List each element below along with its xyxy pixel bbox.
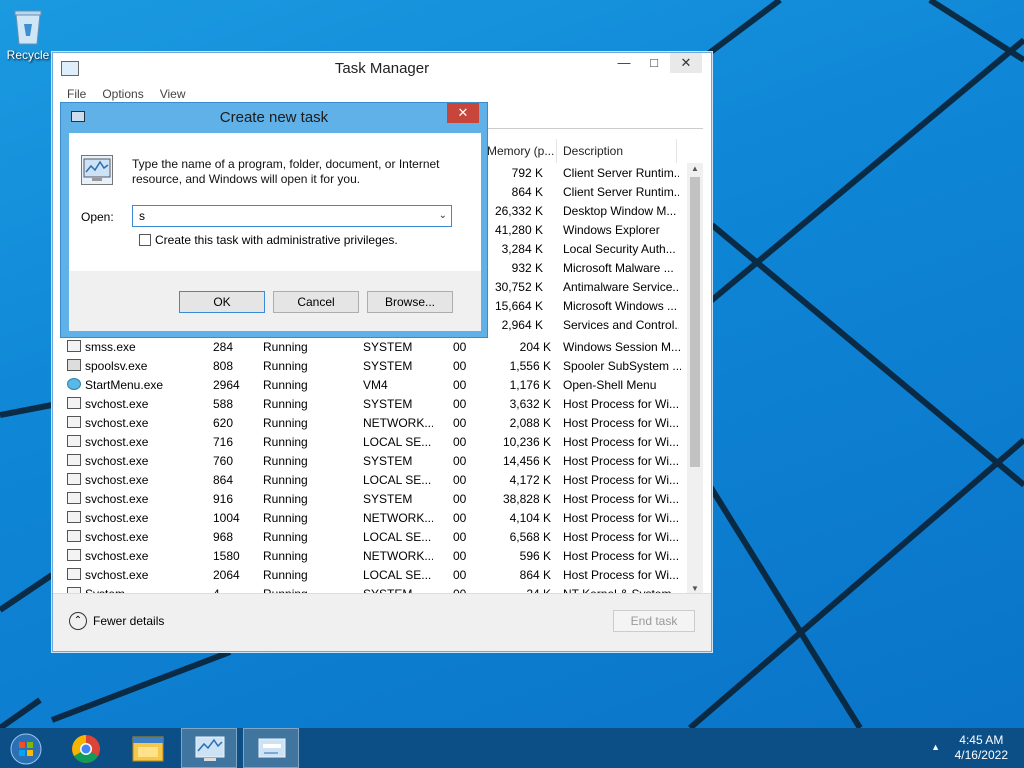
table-row[interactable]: 864 K Client Server Runtim... <box>481 185 679 204</box>
table-row[interactable]: 30,752 K Antimalware Service... <box>481 280 679 299</box>
app-icon <box>67 511 81 523</box>
task-manager-titlebar[interactable]: Task Manager — □ ✕ <box>53 53 711 83</box>
open-label: Open: <box>81 210 114 224</box>
app-icon <box>67 568 81 580</box>
app-icon <box>67 530 81 542</box>
app-icon <box>67 454 81 466</box>
column-header-memory[interactable]: Memory (p... <box>481 139 557 163</box>
app-icon <box>67 397 81 409</box>
dialog-close-button[interactable]: ✕ <box>447 103 479 123</box>
table-row[interactable]: smss.exe 284 Running SYSTEM 00 204 K Windows S… <box>61 337 687 356</box>
table-row[interactable]: 2,964 K Services and Control... <box>481 318 679 337</box>
table-row[interactable]: 792 K Client Server Runtim... <box>481 166 679 185</box>
table-row[interactable]: 15,664 K Microsoft Windows ... <box>481 299 677 318</box>
column-header-description[interactable]: Description <box>557 139 677 163</box>
table-row[interactable]: 932 K Microsoft Malware ... <box>481 261 677 280</box>
show-hidden-icons-icon[interactable]: ▲ <box>931 742 940 752</box>
admin-privileges-label: Create this task with administrative pri… <box>155 233 398 247</box>
fewer-details-button[interactable]: ⌃ Fewer details <box>69 612 164 630</box>
browse-button[interactable]: Browse... <box>367 291 453 313</box>
taskbar: ▲ 4:45 AM 4/16/2022 <box>0 728 1024 768</box>
ok-button[interactable]: OK <box>179 291 265 313</box>
recycle-bin-icon <box>12 6 44 46</box>
table-row[interactable]: spoolsv.exe 808 Running SYSTEM 00 1,556 K Spoo… <box>61 356 687 375</box>
open-combobox[interactable]: s ⌄ <box>132 205 452 227</box>
open-input[interactable]: s <box>139 209 145 223</box>
table-row[interactable]: svchost.exe 968 Running LOCAL SE... 00 6,568 … <box>61 527 687 546</box>
clock-time: 4:45 AM <box>959 733 1004 747</box>
task-manager-large-icon <box>81 155 113 185</box>
dialog-body: Type the name of a program, folder, docu… <box>69 133 481 331</box>
admin-privileges-checkbox[interactable] <box>139 234 151 246</box>
chevron-up-icon: ⌃ <box>69 612 87 630</box>
admin-privileges-option[interactable]: Create this task with administrative pri… <box>139 233 398 247</box>
app-icon <box>67 416 81 428</box>
file-explorer-taskbar-button[interactable] <box>120 728 176 768</box>
app-icon <box>67 473 81 485</box>
app-icon <box>67 492 81 504</box>
table-row[interactable]: svchost.exe 864 Running LOCAL SE... 00 4,172 … <box>61 470 687 489</box>
vertical-scrollbar[interactable]: ▲ ▼ <box>687 163 703 595</box>
table-row[interactable]: svchost.exe 760 Running SYSTEM 00 14,456 K Hos… <box>61 451 687 470</box>
run-dialog-taskbar-button[interactable] <box>243 728 299 768</box>
menu-options[interactable]: Options <box>102 87 143 101</box>
shell-icon <box>67 378 81 390</box>
table-row[interactable]: 26,332 K Desktop Window M... <box>481 204 677 223</box>
printer-icon <box>67 359 81 371</box>
dialog-title: Create new task <box>219 109 329 126</box>
recycle-bin-shortcut[interactable]: Recycle <box>4 6 52 62</box>
table-row[interactable]: svchost.exe 916 Running SYSTEM 00 38,828 K Hos… <box>61 489 687 508</box>
cancel-button[interactable]: Cancel <box>273 291 359 313</box>
task-manager-taskbar-button[interactable] <box>181 728 237 768</box>
start-button[interactable] <box>0 728 56 768</box>
task-manager-footer: ⌃ Fewer details End task <box>53 593 711 651</box>
close-button[interactable]: ✕ <box>670 53 702 73</box>
chrome-taskbar-button[interactable] <box>58 728 114 768</box>
table-row[interactable]: 41,280 K Windows Explorer <box>481 223 677 242</box>
app-icon <box>67 340 81 352</box>
scroll-up-icon[interactable]: ▲ <box>687 163 703 175</box>
app-icon <box>67 435 81 447</box>
recycle-bin-label: Recycle <box>6 48 50 62</box>
menu-file[interactable]: File <box>67 87 86 101</box>
table-row[interactable]: svchost.exe 1580 Running NETWORK... 00 596 KH… <box>61 546 687 565</box>
clock-date: 4/16/2022 <box>954 748 1008 762</box>
table-row[interactable]: svchost.exe 1004 Running NETWORK... 00 4,104 … <box>61 508 687 527</box>
clock[interactable]: 4:45 AM 4/16/2022 <box>955 733 1008 763</box>
table-row[interactable]: StartMenu.exe 2964 Running VM4 00 1,176 K Open… <box>61 375 687 394</box>
minimize-button[interactable]: — <box>610 53 638 73</box>
table-row[interactable]: 3,284 K Local Security Auth... <box>481 242 677 261</box>
scrollbar-thumb[interactable] <box>690 177 700 467</box>
maximize-button[interactable]: □ <box>640 53 668 73</box>
table-row[interactable]: svchost.exe 2064 Running LOCAL SE... 00 864 K… <box>61 565 687 584</box>
chevron-down-icon[interactable]: ⌄ <box>439 210 447 221</box>
table-row[interactable]: svchost.exe 716 Running LOCAL SE... 00 10,236… <box>61 432 687 451</box>
end-task-button[interactable]: End task <box>613 610 695 632</box>
dialog-message: Type the name of a program, folder, docu… <box>132 157 440 186</box>
process-list: smss.exe 284 Running SYSTEM 00 204 K Windows S… <box>61 337 687 595</box>
menu-view[interactable]: View <box>160 87 186 101</box>
create-new-task-dialog: Create new task ✕ Type the name of a pro… <box>60 102 488 338</box>
app-icon <box>67 549 81 561</box>
fewer-details-label: Fewer details <box>93 614 165 628</box>
table-row[interactable]: svchost.exe 588 Running SYSTEM 00 3,632 K Host… <box>61 394 687 413</box>
table-row[interactable]: svchost.exe 620 Running NETWORK... 00 2,088 K… <box>61 413 687 432</box>
